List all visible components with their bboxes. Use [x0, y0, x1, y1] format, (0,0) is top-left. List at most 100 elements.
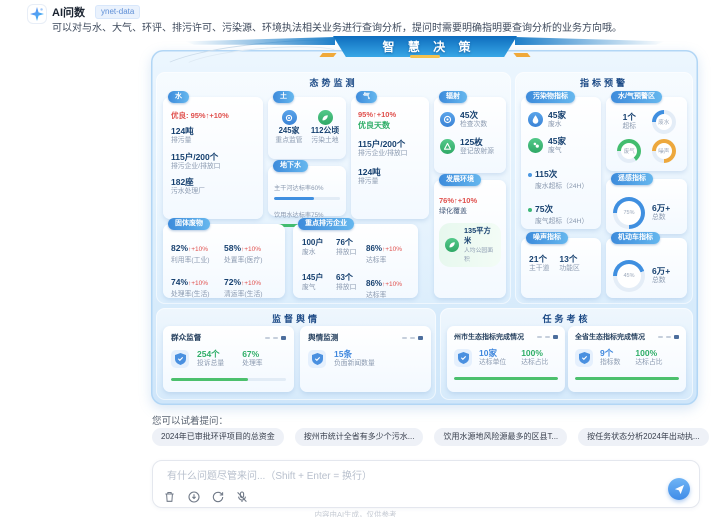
stat-label: 达标占比	[635, 359, 662, 368]
mute-button[interactable]	[235, 490, 248, 503]
sparkle-icon	[30, 7, 44, 21]
leaf-icon	[318, 110, 333, 125]
card-title: 群众监督	[171, 332, 201, 343]
composer-toolbar	[163, 490, 248, 503]
card-public-supervision: 群众监督 254个 投诉总量 67% 处理率	[163, 326, 294, 392]
stat: 74%↑+10% 处理率(生活)	[171, 272, 224, 300]
grade-label: 绿化覆盖	[439, 206, 501, 216]
card-water: 水 优良: 95%↑+10% 124吨 排污量 115户/200个 排污企业/排…	[163, 97, 263, 219]
card-remote-index: 遥感指标 75% 6万+ 总数	[606, 179, 687, 234]
card-soil: 土 245家 重点监管 112公顷 污染土地	[268, 97, 346, 159]
stat-label: 主干道	[529, 265, 549, 274]
stat: 245家 重点监管	[273, 110, 305, 159]
card-pill: 固体废物	[168, 218, 210, 230]
card-pill: 遥感指标	[611, 173, 653, 185]
message-input[interactable]	[165, 467, 609, 485]
dashboard-panel: 态势监测 水 优良: 95%↑+10% 124吨 排污量 115户/200个 排…	[151, 50, 698, 405]
gauge: 75%	[613, 197, 645, 229]
stat-label: 指标数	[600, 359, 620, 368]
stat-label: 利用率(工业)	[171, 257, 224, 266]
card-opinion-monitor: 舆情监测 15条 负面新闻数量	[300, 326, 431, 392]
card-alarm-zone: 水/气预警区 1个 超标 废水 废气 噪声	[606, 97, 687, 171]
app-title: AI问数	[52, 4, 85, 20]
stat-value: 182座	[171, 177, 255, 187]
ai-disclaimer: 内容由AI生成，仅供参考	[0, 509, 711, 517]
stat-delta: ↑+10%	[241, 246, 261, 253]
stat: 86%↑+10% 达标率	[366, 238, 402, 266]
stat-label: 排放口	[336, 284, 366, 293]
banner-title: 智 慧 决 策	[333, 36, 521, 57]
stat: 182座 污水处理厂	[171, 177, 255, 197]
stat-value: 124吨	[358, 167, 422, 177]
stat-value: 115户/200个	[171, 152, 255, 162]
card-legend-controls[interactable]	[658, 335, 679, 339]
group-title: 监督舆情	[156, 312, 436, 325]
group-warning: 指标预警 污染物指标 45家 废水 45家 废气	[515, 72, 693, 304]
stat-value: 63个	[336, 273, 366, 283]
stat: 124吨 排污量	[358, 167, 422, 187]
stat-delta: ↑+10%	[241, 280, 261, 287]
stat-label: 达标率	[366, 292, 402, 301]
stat-value: 45家	[548, 110, 566, 120]
suggestions-label: 您可以试着提问：	[152, 413, 228, 427]
banner-wing-right	[515, 37, 665, 45]
app-logo	[28, 5, 46, 23]
stat-value: 115次	[535, 169, 557, 179]
suggestion-chip[interactable]: 按任务状态分析2024年出动执...	[578, 428, 708, 446]
stat: 6万+ 总数	[652, 203, 670, 223]
card-pill: 气	[356, 91, 377, 103]
green-area-chip: 135平方米 人均公园面积	[439, 223, 501, 267]
card-legend-controls[interactable]	[537, 335, 558, 339]
bar-label: 主干河达标率60%	[274, 185, 324, 192]
stat: 76个 排放口	[336, 238, 366, 266]
progress-bar	[454, 377, 558, 380]
suggestion-chips: 2024年已审批环评项目的总资金 按州市统计全省有多少个污水... 饮用水源地风…	[152, 428, 711, 446]
air-icon	[528, 138, 543, 153]
stat-label: 人均公园面积	[464, 247, 495, 264]
stat-value: 6万+	[652, 266, 670, 276]
radiation-icon	[440, 112, 455, 127]
stat: 72%↑+10% 清运率(生活)	[224, 272, 277, 300]
stat: 86%↑+10% 达标率	[366, 273, 402, 301]
card-title: 舆情监测	[308, 332, 338, 343]
stat-value: 254个	[197, 349, 224, 359]
stat-label: 废水超标（24H）	[535, 183, 594, 192]
card-pill: 发展环境	[439, 174, 481, 186]
gauge-grid: 1个 超标 废水 废气 噪声	[612, 110, 681, 163]
stat-value: 86%	[366, 279, 382, 288]
stat-value: 45家	[548, 136, 566, 146]
history-button[interactable]	[211, 490, 224, 503]
suggestion-chip[interactable]: 按州市统计全省有多少个污水...	[295, 428, 424, 446]
card-legend-controls[interactable]	[402, 336, 423, 340]
stat-label: 废气	[548, 147, 566, 156]
group-situation: 态势监测 水 优良: 95%↑+10% 124吨 排污量 115户/200个 排…	[156, 72, 511, 304]
stat-value: 145户	[302, 273, 336, 283]
stat-value: 58%	[224, 243, 241, 253]
clear-button[interactable]	[163, 490, 176, 503]
send-button[interactable]	[668, 478, 690, 500]
stat-label: 废气超标（24H）	[535, 218, 594, 227]
stat-value: 115户/200个	[358, 139, 422, 149]
stat-label: 登记放射源	[460, 148, 494, 157]
card-pill: 水	[168, 91, 189, 103]
stat-label: 达标率	[366, 257, 402, 266]
stat: 112公顷 污染土地	[309, 110, 341, 159]
table-row: 100户 废水 76个 排放口 86%↑+10% 达标率	[302, 238, 409, 266]
stat-value: 100户	[302, 238, 336, 248]
stat-label: 排污企业/排放口	[358, 150, 422, 159]
stat-value: 82%	[171, 243, 188, 253]
stat-label: 处置率(医疗)	[224, 257, 277, 266]
suggestion-chip[interactable]: 饮用水源地风险源最多的区县T...	[434, 428, 567, 446]
stat: 21个 主干道	[529, 254, 549, 298]
card-legend-controls[interactable]	[265, 336, 286, 340]
stat-label: 超标	[622, 123, 636, 132]
gauge-center: 45%	[617, 264, 641, 288]
shield-icon	[575, 349, 593, 367]
suggestion-chip[interactable]: 2024年已审批环评项目的总资金	[152, 428, 284, 446]
card-groundwater: 地下水 主干河达标率60% 饮用水达标率75%	[268, 166, 346, 216]
gauge-center: 75%	[617, 201, 641, 225]
stat-value: 124吨	[171, 126, 255, 136]
stat: 1个 超标	[612, 112, 647, 132]
progress-bar	[575, 377, 679, 380]
download-button[interactable]	[187, 490, 200, 503]
